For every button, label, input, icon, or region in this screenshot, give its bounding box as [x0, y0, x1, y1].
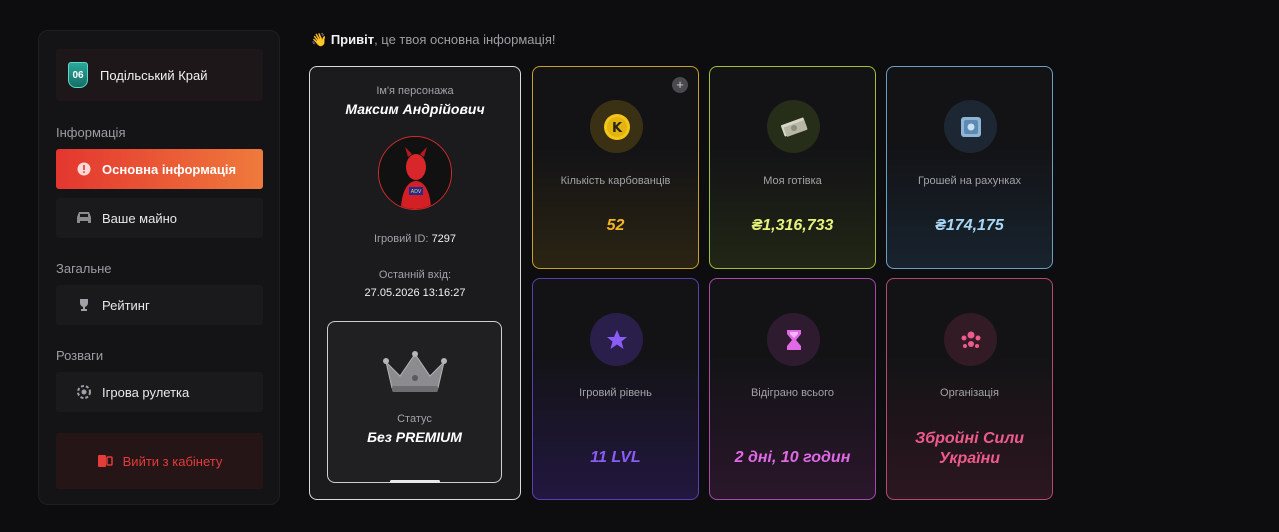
trophy-icon [76, 297, 92, 313]
status-indicator [390, 480, 440, 483]
logout-button[interactable]: Вийти з кабінету [56, 433, 263, 489]
character-name: Максим Андрійович [345, 101, 485, 117]
game-id-label: Ігровий ID: [373, 233, 429, 245]
profile-card: Ім'я персонажа Максим Андрійович ADV Ігр… [309, 66, 521, 500]
stat-label: Організація [940, 387, 999, 399]
star-icon [590, 313, 643, 366]
sidebar-item-rating[interactable]: Рейтинг [56, 285, 263, 325]
greeting-hello: Привіт [330, 32, 375, 47]
crown-icon [382, 350, 448, 399]
stat-value: Збройні Сили України [914, 430, 1025, 467]
status-box: Статус Без PREMIUM [327, 321, 502, 483]
game-id: Ігровий ID: 7297 [310, 233, 520, 245]
server-badge-icon: 06 [68, 62, 88, 88]
stat-label: Відіграно всього [750, 387, 835, 399]
stat-card-bank: Грошей на рахунках ₴174,175 [886, 66, 1053, 269]
stat-label: Моя готівка [763, 175, 822, 187]
sidebar-item-roulette[interactable]: Ігрова рулетка [56, 372, 263, 412]
coin-k-icon: K [590, 100, 643, 153]
stat-value: ₴1,316,733 [751, 217, 834, 234]
stat-card-level: Ігровий рівень 11 LVL [532, 278, 699, 500]
roulette-icon [76, 384, 92, 400]
section-title-fun: Розваги [56, 348, 104, 363]
section-title-info: Інформація [56, 125, 126, 140]
stat-label: Ігровий рівень [579, 387, 652, 399]
logout-icon [97, 454, 113, 468]
stat-card-karbovantsi: + K Кількість карбованців 52 [532, 66, 699, 269]
svg-text:ADV: ADV [411, 189, 422, 195]
safe-icon [944, 100, 997, 153]
sidebar-item-main-info[interactable]: Основна інформація [56, 149, 263, 189]
stat-value: ₴174,175 [935, 217, 1004, 234]
last-login-value: 27.05.2026 13:16:27 [364, 287, 466, 299]
logout-label: Вийти з кабінету [122, 453, 223, 469]
add-icon[interactable]: + [672, 77, 688, 93]
status-label: Статус [397, 413, 432, 425]
server-name: Подільський Край [100, 67, 208, 83]
stat-card-played: Відіграно всього 2 дні, 10 годин [709, 278, 876, 500]
stat-card-organization: Організація Збройні Сили України [886, 278, 1053, 500]
wave-icon: 👋 [311, 32, 328, 47]
sidebar-item-label: Ігрова рулетка [102, 384, 190, 400]
stat-label: Грошей на рахунках [918, 175, 1021, 187]
greeting-text: , це твоя основна інформація! [374, 32, 556, 47]
greeting: 👋 Привіт, це твоя основна інформація! [311, 32, 555, 48]
car-icon [76, 210, 92, 226]
group-icon [944, 313, 997, 366]
sidebar-item-label: Ваше майно [102, 210, 178, 226]
sidebar-item-property[interactable]: Ваше майно [56, 198, 263, 238]
sidebar: 06 Подільський Край Інформація Основна і… [38, 30, 280, 505]
stat-value: 11 LVL [590, 449, 641, 466]
hourglass-icon [767, 313, 820, 366]
cash-icon [767, 100, 820, 153]
last-login-label: Останній вхід: [378, 269, 452, 281]
alert-circle-icon [76, 161, 92, 177]
game-id-value: 7297 [431, 233, 457, 245]
stat-label: Кількість карбованців [560, 175, 671, 187]
character-name-label: Ім'я персонажа [376, 85, 454, 97]
sidebar-item-label: Рейтинг [102, 297, 150, 313]
svg-text:K: K [611, 121, 622, 136]
stat-value: 52 [606, 217, 625, 234]
sidebar-item-label: Основна інформація [102, 161, 237, 177]
section-title-general: Загальне [56, 261, 112, 276]
stat-value: 2 дні, 10 годин [734, 449, 851, 466]
server-selector[interactable]: 06 Подільський Край [56, 49, 263, 101]
avatar: ADV [378, 136, 452, 210]
stat-card-cash: Моя готівка ₴1,316,733 [709, 66, 876, 269]
status-value: Без PREMIUM [367, 429, 462, 445]
